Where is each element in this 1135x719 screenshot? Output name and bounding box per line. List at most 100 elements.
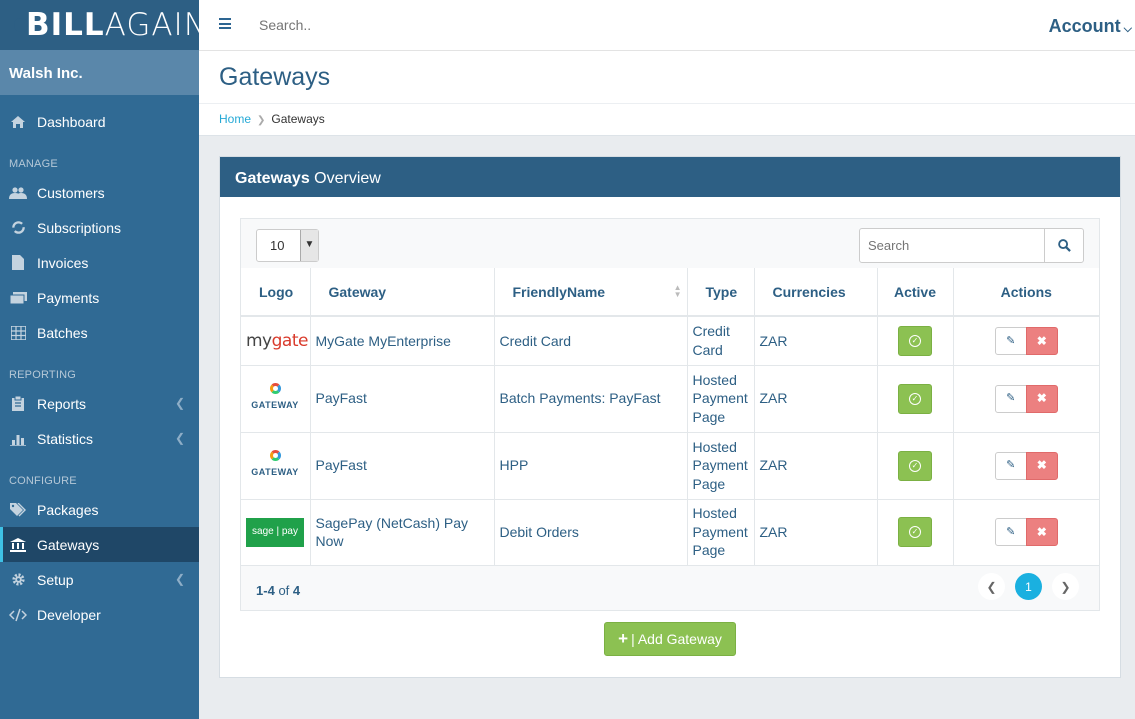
chevron-right-icon: ❯ — [1060, 579, 1071, 594]
sort-icon: ▲ ▼ — [673, 283, 682, 299]
friendly-name-cell: Debit Orders — [494, 499, 688, 566]
sidebar-item-label: Gateways — [37, 536, 100, 553]
edit-button[interactable]: ✎ — [994, 451, 1027, 480]
page-length-select[interactable]: 10 ▼ — [256, 229, 319, 262]
add-gateway-button[interactable]: + | Add Gateway — [604, 622, 736, 656]
actions-cell: ✎ ✖ — [953, 499, 1099, 566]
payfast-gateway-logo: GATEWAY — [246, 449, 304, 482]
sidebar-item-gateways[interactable]: Gateways — [0, 527, 199, 562]
users-icon — [9, 186, 27, 199]
sidebar-nav: Dashboard MANAGE Customers Subscriptions… — [0, 104, 199, 632]
col-currencies[interactable]: Currencies — [754, 268, 878, 317]
active-toggle-button[interactable]: ✓ — [898, 517, 932, 547]
money-icon — [9, 291, 27, 304]
edit-button[interactable]: ✎ — [994, 518, 1027, 546]
check-circle-icon: ✓ — [909, 392, 921, 405]
home-icon — [9, 115, 27, 129]
edit-button[interactable]: ✎ — [994, 384, 1027, 413]
tags-icon — [9, 502, 27, 517]
account-label: Account — [1048, 16, 1121, 36]
sidebar-item-packages[interactable]: Packages — [0, 492, 199, 527]
page-length-value: 10 — [270, 238, 285, 253]
close-icon: ✖ — [1036, 524, 1047, 539]
sidebar-item-label: Statistics — [37, 430, 94, 447]
panel-title-rest: Overview — [309, 170, 381, 187]
close-icon: ✖ — [1036, 391, 1047, 406]
gateways-table: Logo Gateway FriendlyName ▲ ▼ Type Currenc… — [241, 268, 1099, 566]
col-active[interactable]: Active — [877, 268, 954, 317]
sagepay-logo: sage | pay — [246, 517, 304, 547]
sagepay-logo-part: sage — [252, 525, 274, 537]
logo-cell: mygate — [241, 316, 311, 366]
sidebar-item-dashboard[interactable]: Dashboard — [0, 104, 199, 139]
gateway-cell: PayFast — [310, 365, 495, 433]
bank-icon — [9, 537, 27, 552]
col-friendly-name-label: FriendlyName — [512, 283, 606, 300]
sidebar-item-invoices[interactable]: Invoices — [0, 245, 199, 280]
breadcrumb-current: Gateways — [271, 112, 325, 126]
mygate-logo: mygate — [246, 331, 308, 351]
table-search — [859, 228, 1084, 263]
brand-bold: BILL — [26, 6, 105, 43]
breadcrumb-separator-icon: ❯ — [257, 115, 266, 126]
col-type[interactable]: Type — [687, 268, 755, 317]
pagination: ❮ 1 ❯ — [978, 573, 1079, 600]
sidebar-item-subscriptions[interactable]: Subscriptions — [0, 210, 199, 245]
sidebar-item-label: Payments — [37, 289, 100, 306]
close-icon: ✖ — [1036, 458, 1047, 473]
table-header-row: Logo Gateway FriendlyName ▲ ▼ Type Currenc… — [241, 268, 1099, 317]
org-name: Walsh Inc. — [0, 50, 199, 95]
currency-cell: ZAR — [754, 432, 878, 500]
logo-cell: GATEWAY — [241, 365, 311, 433]
check-circle-icon: ✓ — [909, 526, 921, 538]
sidebar-item-batches[interactable]: Batches — [0, 315, 199, 350]
delete-button[interactable]: ✖ — [1025, 384, 1058, 413]
gateways-panel: Gateways Overview 10 ▼ Logo Gateway Frie… — [219, 156, 1121, 678]
sidebar-item-label: Customers — [37, 184, 105, 201]
menu-toggle-icon[interactable] — [219, 18, 231, 29]
currency-cell: ZAR — [754, 365, 878, 433]
section-title: MANAGE — [9, 158, 58, 170]
panel-title: Gateways Overview — [220, 157, 1120, 197]
page-header: Gateways Home ❯ Gateways — [199, 51, 1135, 136]
page-button[interactable]: 1 — [1015, 573, 1042, 600]
clipboard-icon — [9, 396, 27, 411]
sidebar-item-developer[interactable]: Developer — [0, 597, 199, 632]
account-menu[interactable]: Account ⌵ — [1049, 16, 1132, 37]
table-row: GATEWAY PayFast Batch Payments: PayFast … — [241, 365, 1099, 433]
sidebar-item-payments[interactable]: Payments — [0, 280, 199, 315]
brand-logo[interactable]: BILLAGAIN — [0, 0, 207, 50]
breadcrumb-home[interactable]: Home — [219, 112, 251, 126]
col-gateway[interactable]: Gateway — [310, 268, 495, 317]
col-friendly-name[interactable]: FriendlyName ▲ ▼ — [494, 268, 688, 317]
sidebar-item-label: Invoices — [37, 254, 89, 271]
active-toggle-button[interactable]: ✓ — [898, 325, 932, 356]
edit-button[interactable]: ✎ — [994, 326, 1027, 355]
gateway-cell: PayFast — [310, 432, 495, 500]
active-toggle-button[interactable]: ✓ — [898, 383, 932, 414]
mygate-logo-part: gate — [271, 330, 309, 351]
sidebar-item-label: Subscriptions — [37, 219, 122, 236]
sidebar-item-setup[interactable]: Setup ❮ — [0, 562, 199, 597]
global-search-input[interactable] — [259, 17, 459, 33]
gear-icon — [9, 572, 27, 587]
next-page-button[interactable]: ❯ — [1052, 573, 1079, 600]
sidebar-item-reports[interactable]: Reports ❮ — [0, 386, 199, 421]
info-total: 4 — [292, 583, 301, 598]
sidebar-item-statistics[interactable]: Statistics ❮ — [0, 421, 199, 456]
sidebar-item-customers[interactable]: Customers — [0, 175, 199, 210]
col-logo[interactable]: Logo — [241, 268, 311, 317]
delete-button[interactable]: ✖ — [1025, 451, 1058, 480]
search-button[interactable] — [1044, 229, 1083, 262]
delete-button[interactable]: ✖ — [1025, 326, 1058, 355]
pencil-icon: ✎ — [1006, 459, 1016, 472]
active-toggle-button[interactable]: ✓ — [898, 450, 932, 481]
table-search-input[interactable] — [860, 229, 1044, 262]
type-cell: Hosted Payment Page — [687, 432, 755, 500]
gateway-ring-icon — [269, 382, 281, 394]
delete-button[interactable]: ✖ — [1025, 518, 1058, 546]
table-row: sage | pay SagePay (NetCash) Pay Now Deb… — [241, 499, 1099, 566]
friendly-name-cell: Credit Card — [494, 316, 688, 366]
active-cell: ✓ — [877, 499, 954, 566]
prev-page-button[interactable]: ❮ — [978, 573, 1005, 600]
